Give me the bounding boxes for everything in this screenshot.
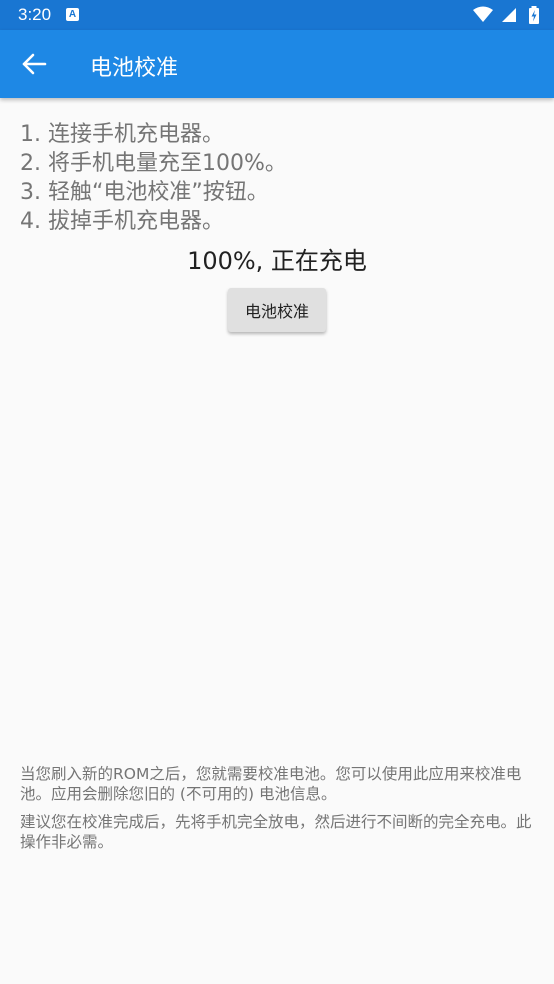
signal-icon: [501, 8, 516, 22]
calibrate-button[interactable]: 电池校准: [228, 288, 326, 332]
instruction-item: 4. 拔掉手机充电器。: [20, 209, 224, 234]
battery-charging-icon: [529, 6, 539, 24]
instruction-list: 1. 连接手机充电器。 2. 将手机电量充至100%。 3. 轻触“电池校准”按…: [20, 120, 540, 236]
instruction-item: 3. 轻触“电池校准”按钮。: [20, 180, 269, 205]
info-note: 当您刷入新的ROM之后，您就需要校准电池。您可以使用此应用来校准电池。应用会删除…: [20, 765, 522, 803]
notification-a-icon: A: [66, 8, 79, 21]
status-time: 3:20: [18, 5, 52, 24]
battery-status: 100%, 正在充电: [187, 247, 367, 275]
page-title: 电池校准: [90, 56, 179, 81]
app-bar: 电池校准: [0, 30, 554, 98]
instruction-item: 1. 连接手机充电器。: [20, 122, 224, 147]
wifi-icon: [472, 6, 493, 22]
recommendation-note: 建议您在校准完成后，先将手机完全放电，然后进行不间断的完全充电。此操作非必需。: [20, 813, 532, 851]
system-icons: [472, 6, 540, 24]
back-button[interactable]: [14, 44, 54, 84]
status-bar: 3:20 A: [0, 0, 554, 30]
arrow-left-icon: [22, 53, 47, 75]
instruction-item: 2. 将手机电量充至100%。: [20, 151, 287, 176]
